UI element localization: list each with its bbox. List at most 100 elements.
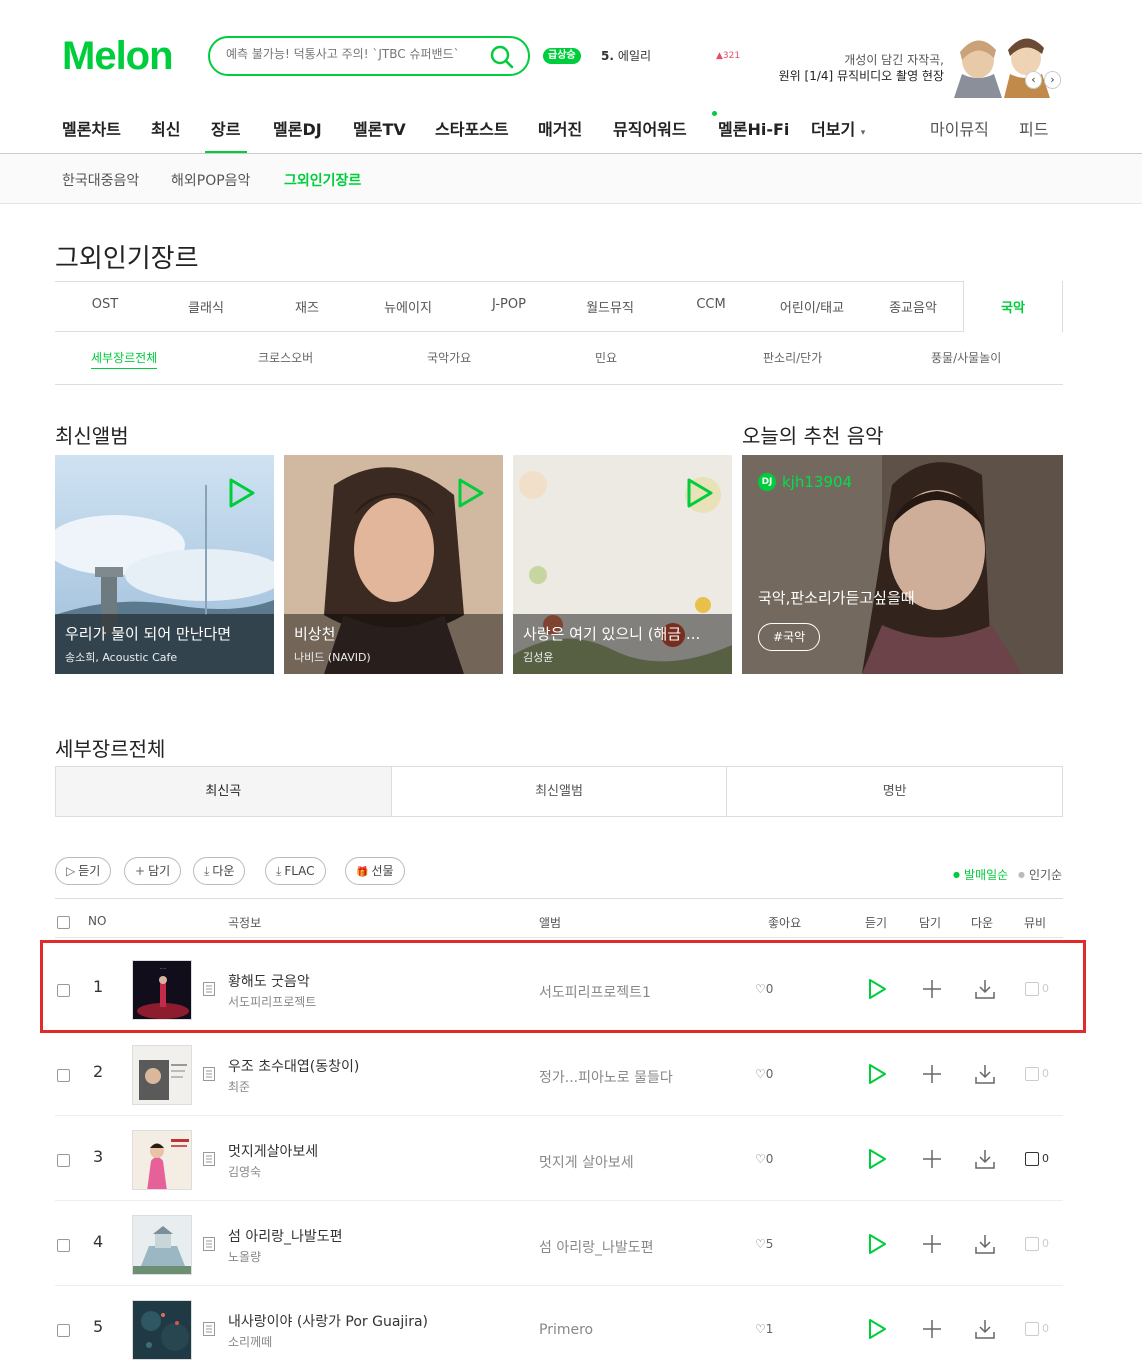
album-title[interactable]: 사랑은 여기 있으니 (해금 ... bbox=[523, 623, 723, 644]
nav-melon-dj[interactable]: 멜론DJ bbox=[273, 116, 322, 140]
download-icon[interactable] bbox=[974, 1148, 996, 1170]
plus-icon[interactable] bbox=[922, 1234, 942, 1254]
promo-prev-button[interactable]: ‹ bbox=[1025, 71, 1042, 89]
nav-magazine[interactable]: 매거진 bbox=[538, 116, 582, 140]
nav-latest[interactable]: 최신 bbox=[151, 116, 180, 140]
dj-name[interactable]: kjh13904 bbox=[782, 473, 852, 491]
music-video-icon[interactable] bbox=[1025, 1322, 1039, 1336]
play-icon[interactable] bbox=[457, 477, 485, 509]
play-icon[interactable] bbox=[867, 1318, 887, 1340]
sort-popularity[interactable]: ● 인기순 bbox=[1018, 868, 1062, 882]
dj-playlist-title[interactable]: 국악,판소리가듣고싶을때 bbox=[758, 587, 915, 608]
nav-my-music[interactable]: 마이뮤직 bbox=[930, 116, 989, 140]
song-info-icon[interactable] bbox=[203, 1322, 215, 1336]
tab-classic-albums[interactable]: 명반 bbox=[726, 767, 1062, 816]
like-button[interactable]: ♡0 bbox=[755, 1067, 773, 1081]
listen-button[interactable]: ▷ 듣기 bbox=[55, 857, 112, 885]
search-icon[interactable] bbox=[490, 45, 514, 69]
album-artist[interactable]: 나비드 (NAVID) bbox=[294, 649, 371, 665]
plus-icon[interactable] bbox=[922, 1064, 942, 1084]
subnav-other-genres[interactable]: 그외인기장르 bbox=[284, 170, 361, 190]
album-thumbnail[interactable] bbox=[132, 1215, 192, 1275]
nav-more[interactable]: 더보기 ▾ bbox=[811, 116, 865, 140]
subgenre-pungmul[interactable]: 풍물/사물놀이 bbox=[931, 349, 1001, 366]
nav-melon-tv[interactable]: 멜론TV bbox=[353, 116, 406, 140]
play-icon[interactable] bbox=[867, 1063, 887, 1085]
nav-music-awards[interactable]: 뮤직어워드 bbox=[613, 116, 687, 140]
song-album[interactable]: 정가...피아노로 물들다 bbox=[539, 1067, 673, 1087]
like-button[interactable]: ♡0 bbox=[755, 1152, 773, 1166]
flac-button[interactable]: ⤓ FLAC bbox=[265, 857, 326, 885]
song-title[interactable]: 내사랑이야 (사랑가 Por Guajira) bbox=[228, 1311, 428, 1331]
subgenre-crossover[interactable]: 크로스오버 bbox=[258, 349, 313, 366]
song-artist[interactable]: 최준 bbox=[228, 1078, 250, 1095]
tab-latest-songs[interactable]: 최신곡 bbox=[56, 767, 391, 816]
subgenre-pansori[interactable]: 판소리/단가 bbox=[763, 349, 822, 366]
music-video-icon[interactable] bbox=[1025, 1067, 1039, 1081]
row-checkbox[interactable] bbox=[57, 1154, 70, 1167]
subnav-korean-pop[interactable]: 한국대중음악 bbox=[62, 170, 139, 190]
dj-tag[interactable]: #국악 bbox=[758, 623, 821, 651]
song-title[interactable]: 우조 초수대엽(동창이) bbox=[228, 1056, 359, 1076]
plus-icon[interactable] bbox=[922, 1319, 942, 1339]
album-title[interactable]: 비상천 bbox=[294, 623, 494, 644]
song-info-icon[interactable] bbox=[203, 1067, 215, 1081]
subgenre-minyo[interactable]: 민요 bbox=[595, 349, 617, 366]
tab-latest-albums[interactable]: 최신앨범 bbox=[390, 767, 727, 816]
play-icon[interactable] bbox=[686, 477, 714, 509]
nav-genre[interactable]: 장르 bbox=[211, 116, 240, 140]
song-album[interactable]: 멋지게 살아보세 bbox=[539, 1152, 634, 1172]
song-info-icon[interactable] bbox=[203, 1237, 215, 1251]
song-album[interactable]: Primero bbox=[539, 1322, 593, 1338]
song-artist[interactable]: 노올량 bbox=[228, 1248, 261, 1265]
rising-keyword[interactable]: 5. 에일리 bbox=[601, 47, 651, 64]
plus-icon[interactable] bbox=[922, 1149, 942, 1169]
album-artist[interactable]: 김성윤 bbox=[523, 649, 553, 665]
tab-genre-world[interactable]: 월드뮤직 bbox=[560, 297, 660, 316]
album-card[interactable]: 비상천 나비드 (NAVID) bbox=[284, 455, 503, 674]
song-info-icon[interactable] bbox=[203, 1152, 215, 1166]
album-thumbnail[interactable] bbox=[132, 1300, 192, 1360]
promo-banner-text[interactable]: 개성이 담긴 자작곡, 원위 [1/4] 뮤직비디오 촬영 현장 bbox=[760, 52, 944, 84]
song-title[interactable]: 멋지게살아보세 bbox=[228, 1141, 318, 1161]
song-artist[interactable]: 김영숙 bbox=[228, 1163, 261, 1180]
subgenre-gukak-gayo[interactable]: 국악가요 bbox=[427, 349, 471, 366]
play-icon[interactable] bbox=[867, 1233, 887, 1255]
row-checkbox[interactable] bbox=[57, 1239, 70, 1252]
subgenre-all[interactable]: 세부장르전체 bbox=[91, 349, 158, 369]
download-icon[interactable] bbox=[974, 1233, 996, 1255]
music-video-icon[interactable] bbox=[1025, 1152, 1039, 1166]
tab-genre-religion[interactable]: 종교음악 bbox=[863, 297, 963, 316]
search-box[interactable] bbox=[208, 36, 530, 76]
add-button[interactable]: + 담기 bbox=[124, 857, 182, 885]
dj-playlist-card[interactable]: DJ kjh13904 국악,판소리가듣고싶을때 #국악 bbox=[742, 455, 1063, 674]
tab-genre-jpop[interactable]: J-POP bbox=[459, 297, 559, 312]
tab-genre-ccm[interactable]: CCM bbox=[661, 297, 761, 312]
song-artist[interactable]: 소리께떼 bbox=[228, 1333, 272, 1350]
play-icon[interactable] bbox=[228, 477, 256, 509]
select-all-checkbox[interactable] bbox=[57, 916, 70, 929]
song-album[interactable]: 섬 아리랑_나발도편 bbox=[539, 1237, 654, 1257]
tab-genre-ost[interactable]: OST bbox=[55, 297, 155, 312]
album-artist[interactable]: 송소희, Acoustic Cafe bbox=[65, 649, 177, 665]
tab-genre-gukak[interactable]: 국악 bbox=[963, 281, 1063, 333]
album-thumbnail[interactable] bbox=[132, 1130, 192, 1190]
tab-genre-kids[interactable]: 어린이/태교 bbox=[762, 297, 862, 316]
play-icon[interactable] bbox=[867, 1148, 887, 1170]
album-thumbnail[interactable] bbox=[132, 1045, 192, 1105]
album-title[interactable]: 우리가 물이 되어 만난다면 bbox=[65, 623, 265, 644]
song-title[interactable]: 섬 아리랑_나발도편 bbox=[228, 1226, 343, 1246]
melon-logo[interactable]: Melon bbox=[62, 34, 174, 79]
row-checkbox[interactable] bbox=[57, 1069, 70, 1082]
album-card[interactable]: 사랑은 여기 있으니 (해금 ... 김성윤 bbox=[513, 455, 732, 674]
nav-melon-hifi[interactable]: 멜론Hi-Fi bbox=[718, 116, 789, 140]
search-input[interactable] bbox=[226, 47, 480, 61]
nav-starpost[interactable]: 스타포스트 bbox=[435, 116, 509, 140]
gift-button[interactable]: 🎁 선물 bbox=[345, 857, 405, 885]
tab-genre-classic[interactable]: 클래식 bbox=[156, 297, 256, 316]
dj-badge[interactable]: DJ kjh13904 bbox=[758, 473, 852, 491]
promo-next-button[interactable]: › bbox=[1044, 71, 1061, 89]
nav-feed[interactable]: 피드 bbox=[1019, 116, 1048, 140]
like-button[interactable]: ♡5 bbox=[755, 1237, 773, 1251]
download-icon[interactable] bbox=[974, 1318, 996, 1340]
